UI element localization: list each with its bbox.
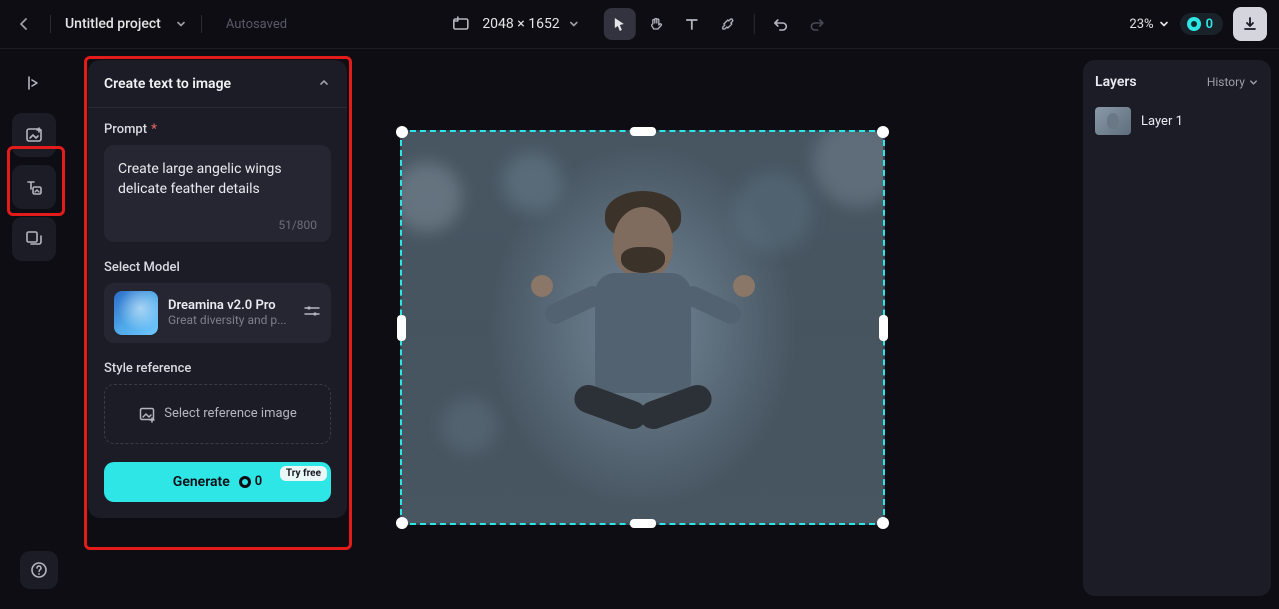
eyedropper-tool[interactable] bbox=[712, 8, 744, 40]
canvas-area[interactable] bbox=[360, 60, 1072, 597]
try-free-badge: Try free bbox=[280, 466, 327, 481]
canvas-selection[interactable] bbox=[400, 130, 885, 525]
credits-badge[interactable]: 0 bbox=[1180, 13, 1223, 35]
collapse-panel-icon[interactable] bbox=[317, 74, 331, 93]
layers-panel: Layers History Layer 1 bbox=[1083, 60, 1271, 596]
zoom-level[interactable]: 23% bbox=[1129, 17, 1169, 32]
layer-name: Layer 1 bbox=[1141, 114, 1183, 129]
help-button[interactable] bbox=[20, 551, 58, 589]
resize-handle[interactable] bbox=[630, 127, 656, 136]
model-settings-icon[interactable] bbox=[303, 302, 321, 324]
style-reference-label: Style reference bbox=[104, 361, 331, 376]
image-add-icon bbox=[138, 405, 156, 423]
layers-title: Layers bbox=[1095, 74, 1137, 90]
text-to-image-panel: Create text to image Prompt* Create larg… bbox=[88, 60, 347, 518]
model-selector[interactable]: Dreamina v2.0 Pro Great diversity and p.… bbox=[104, 283, 331, 343]
generate-label: Generate bbox=[173, 474, 230, 490]
canvas-image bbox=[402, 132, 883, 523]
model-thumbnail bbox=[114, 291, 158, 335]
add-image-tool[interactable] bbox=[12, 113, 56, 157]
resize-handle[interactable] bbox=[630, 519, 656, 528]
expand-sidebar-button[interactable] bbox=[12, 61, 56, 105]
undo-button[interactable] bbox=[765, 8, 797, 40]
layers-tool[interactable] bbox=[12, 217, 56, 261]
aspect-ratio-icon[interactable] bbox=[446, 10, 474, 38]
layer-item[interactable]: Layer 1 bbox=[1095, 104, 1259, 138]
text-tool[interactable] bbox=[676, 8, 708, 40]
resize-handle[interactable] bbox=[877, 517, 889, 529]
chevron-down-icon bbox=[1248, 77, 1259, 88]
autosaved-label: Autosaved bbox=[226, 17, 287, 32]
divider bbox=[754, 14, 755, 34]
project-title[interactable]: Untitled project bbox=[65, 16, 161, 32]
resize-handle[interactable] bbox=[396, 517, 408, 529]
prompt-text: Create large angelic wings delicate feat… bbox=[118, 159, 317, 200]
chevron-down-icon bbox=[1158, 18, 1170, 30]
pointer-tool[interactable] bbox=[604, 8, 636, 40]
divider bbox=[50, 15, 51, 33]
redo-button[interactable] bbox=[801, 8, 833, 40]
model-description: Great diversity and p... bbox=[168, 313, 293, 327]
divider bbox=[201, 15, 202, 33]
style-reference-dropzone[interactable]: Select reference image bbox=[104, 384, 331, 444]
char-count: 51/800 bbox=[118, 218, 317, 232]
panel-title: Create text to image bbox=[104, 76, 231, 92]
credits-count: 0 bbox=[1206, 17, 1213, 32]
prompt-input[interactable]: Create large angelic wings delicate feat… bbox=[104, 145, 331, 242]
resize-handle[interactable] bbox=[877, 126, 889, 138]
select-model-label: Select Model bbox=[104, 260, 331, 275]
canvas-dimensions[interactable]: 2048 × 1652 bbox=[482, 16, 559, 32]
resize-handle[interactable] bbox=[397, 315, 406, 341]
generate-cost: 0 bbox=[255, 474, 262, 489]
layer-thumbnail bbox=[1095, 107, 1131, 135]
history-tab[interactable]: History bbox=[1207, 75, 1259, 89]
resize-handle[interactable] bbox=[396, 126, 408, 138]
model-name: Dreamina v2.0 Pro bbox=[168, 298, 293, 313]
credit-icon bbox=[238, 475, 252, 489]
back-button[interactable] bbox=[12, 12, 36, 36]
zoom-value: 23% bbox=[1129, 17, 1153, 32]
resize-handle[interactable] bbox=[879, 315, 888, 341]
style-ref-placeholder: Select reference image bbox=[164, 406, 297, 421]
credit-icon bbox=[1186, 16, 1202, 32]
hand-tool[interactable] bbox=[640, 8, 672, 40]
project-title-chevron-icon[interactable] bbox=[175, 18, 187, 30]
prompt-label: Prompt* bbox=[104, 122, 331, 137]
dimensions-chevron-icon[interactable] bbox=[568, 18, 580, 30]
download-button[interactable] bbox=[1233, 7, 1267, 41]
text-to-image-tool[interactable] bbox=[12, 165, 56, 209]
generate-button[interactable]: Generate 0 Try free bbox=[104, 462, 331, 502]
